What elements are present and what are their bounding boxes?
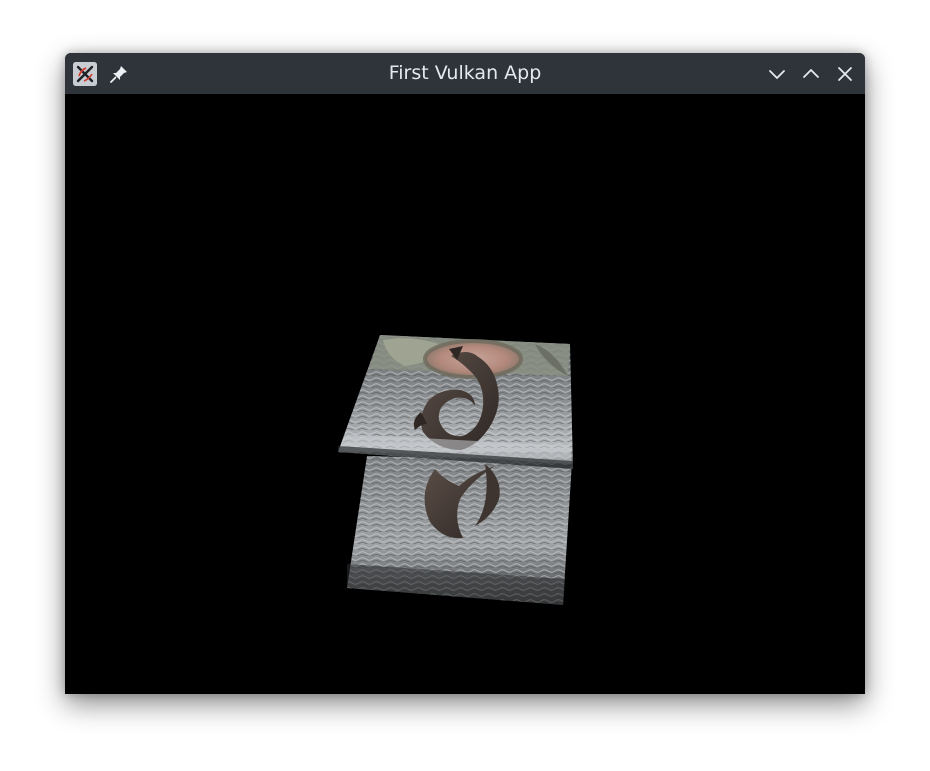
rendered-scene: [338, 335, 573, 605]
vulkan-render-viewport[interactable]: [65, 94, 865, 694]
app-window: First Vulkan App: [65, 53, 865, 694]
chevron-up-icon: [803, 69, 819, 78]
upper-textured-quad: [338, 335, 573, 469]
window-title: First Vulkan App: [388, 62, 542, 84]
lower-textured-quad: [347, 456, 572, 605]
close-button[interactable]: [833, 62, 857, 86]
chevron-down-icon: [769, 70, 785, 79]
maximize-button[interactable]: [799, 62, 823, 86]
x11-app-icon[interactable]: [73, 62, 97, 86]
minimize-button[interactable]: [765, 62, 789, 86]
pin-icon[interactable]: [107, 62, 131, 86]
title-bar[interactable]: First Vulkan App: [65, 53, 865, 94]
close-icon: [838, 67, 852, 81]
